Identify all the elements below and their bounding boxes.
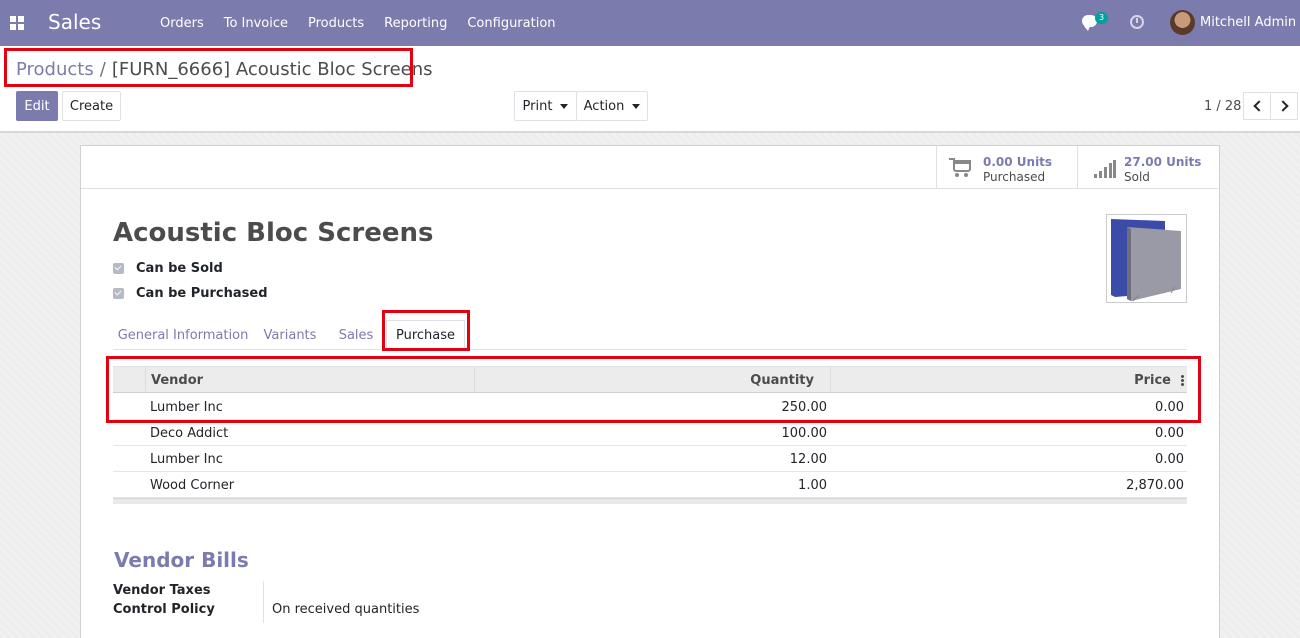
pager-value[interactable]: 1 / 28 <box>1204 99 1241 114</box>
can-be-sold-checkbox[interactable] <box>113 262 124 274</box>
can-be-sold-label: Can be Sold <box>136 260 223 276</box>
purchased-stat-button[interactable]: 0.00 Units Purchased <box>936 146 1078 189</box>
action-label: Action <box>583 98 625 114</box>
highlight-box-breadcrumb <box>4 48 413 87</box>
chevron-right-icon <box>1276 100 1289 112</box>
sold-label: Sold <box>1124 170 1150 184</box>
caret-down-icon <box>560 103 569 109</box>
acoustic-screen-image <box>1111 219 1181 302</box>
shopping-cart-icon <box>949 158 971 177</box>
chat-count-badge: 3 <box>1095 12 1109 24</box>
control-policy-label: Control Policy <box>113 602 215 617</box>
activity-clock-icon[interactable] <box>1130 15 1144 29</box>
menu-products[interactable]: Products <box>298 16 374 31</box>
menu-orders[interactable]: Orders <box>150 16 214 31</box>
table-row[interactable]: Wood Corner 1.00 2,870.00 <box>113 472 1187 498</box>
vendor-taxes-label: Vendor Taxes <box>113 583 211 598</box>
chevron-left-icon <box>1252 100 1265 112</box>
user-avatar[interactable] <box>1170 10 1195 35</box>
notebook-tabs: General Information Variants Sales Purch… <box>113 320 1187 350</box>
price-cell: 2,870.00 <box>1126 477 1184 493</box>
edit-button[interactable]: Edit <box>16 91 58 121</box>
sold-stat-button[interactable]: 27.00 Units Sold <box>1077 146 1219 189</box>
highlight-box-first-vendor-row <box>106 356 1201 423</box>
action-dropdown[interactable]: Action <box>576 91 648 121</box>
menu-reporting[interactable]: Reporting <box>374 16 457 31</box>
sold-value: 27.00 Units <box>1124 155 1202 169</box>
vendor-cell: Lumber Inc <box>150 451 223 467</box>
highlight-box-purchase-tab <box>382 310 470 351</box>
table-row[interactable]: Lumber Inc 12.00 0.00 <box>113 446 1187 472</box>
menu-to-invoice[interactable]: To Invoice <box>214 16 298 31</box>
tab-general-information[interactable]: General Information <box>113 320 253 350</box>
print-label: Print <box>522 98 553 114</box>
print-dropdown[interactable]: Print <box>514 91 577 121</box>
product-name: Acoustic Bloc Screens <box>113 218 434 248</box>
can-be-purchased-checkbox[interactable] <box>113 287 124 299</box>
create-button[interactable]: Create <box>62 91 121 121</box>
main-menu: Orders To Invoice Products Reporting Con… <box>150 0 566 46</box>
vendor-bills-title: Vendor Bills <box>114 548 249 572</box>
pager-next-button[interactable] <box>1270 92 1298 120</box>
quantity-cell: 1.00 <box>798 477 827 493</box>
purchased-value: 0.00 Units <box>983 155 1053 169</box>
quantity-cell: 12.00 <box>789 451 827 467</box>
signal-bars-icon <box>1094 160 1116 178</box>
caret-down-icon <box>632 103 641 109</box>
apps-menu-icon[interactable] <box>10 16 24 30</box>
control-policy-value[interactable]: On received quantities <box>272 602 419 617</box>
purchased-label: Purchased <box>983 170 1046 184</box>
price-cell: 0.00 <box>1155 451 1184 467</box>
vendor-cell: Deco Addict <box>150 425 229 441</box>
can-be-purchased-row: Can be Purchased <box>113 284 268 302</box>
can-be-sold-row: Can be Sold <box>113 259 223 277</box>
table-row[interactable]: Deco Addict 100.00 0.00 <box>113 420 1187 446</box>
vendor-table-footer <box>113 498 1187 504</box>
quantity-cell: 100.00 <box>781 425 828 441</box>
product-image[interactable] <box>1106 214 1187 303</box>
price-cell: 0.00 <box>1155 425 1184 441</box>
can-be-purchased-label: Can be Purchased <box>136 285 268 301</box>
pager-previous-button[interactable] <box>1243 92 1271 120</box>
tab-sales[interactable]: Sales <box>329 320 383 350</box>
app-name[interactable]: Sales <box>48 10 101 34</box>
user-menu[interactable]: Mitchell Admin <box>1200 15 1296 30</box>
menu-configuration[interactable]: Configuration <box>457 16 565 31</box>
smart-button-box: 0.00 Units Purchased 27.00 Units Sold <box>81 146 1219 189</box>
vendor-cell: Wood Corner <box>150 477 235 493</box>
field-separator <box>263 581 264 623</box>
tab-variants[interactable]: Variants <box>261 320 319 350</box>
